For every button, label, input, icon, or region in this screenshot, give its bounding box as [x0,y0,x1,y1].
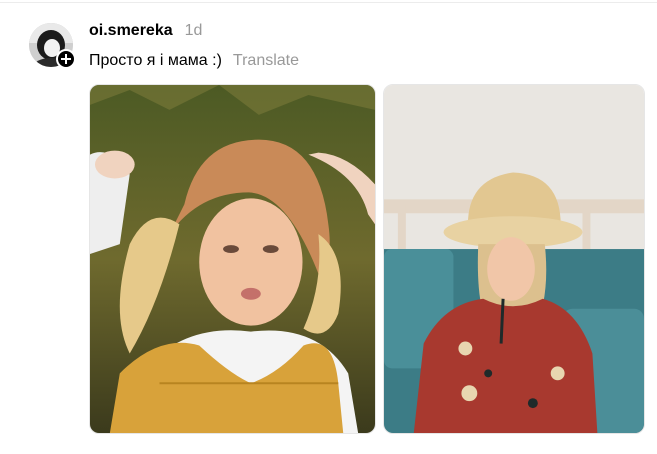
follow-button[interactable] [56,49,76,69]
photo-woman-on-sofa [384,85,644,433]
post-photo-2[interactable] [383,84,645,434]
top-divider [0,2,657,3]
plus-icon [61,54,71,64]
post-caption: Просто я і мама :) Translate [89,52,299,70]
post-photo-1[interactable] [89,84,376,434]
post-timestamp[interactable]: 1d [185,22,203,40]
caption-text: Просто я і мама :) [89,52,222,69]
photo-girl-on-grass [90,85,375,433]
avatar-container[interactable] [29,23,77,71]
post-header: oi.smereka 1d [89,22,202,42]
translate-link[interactable]: Translate [233,52,299,70]
username-link[interactable]: oi.smereka [89,22,173,40]
